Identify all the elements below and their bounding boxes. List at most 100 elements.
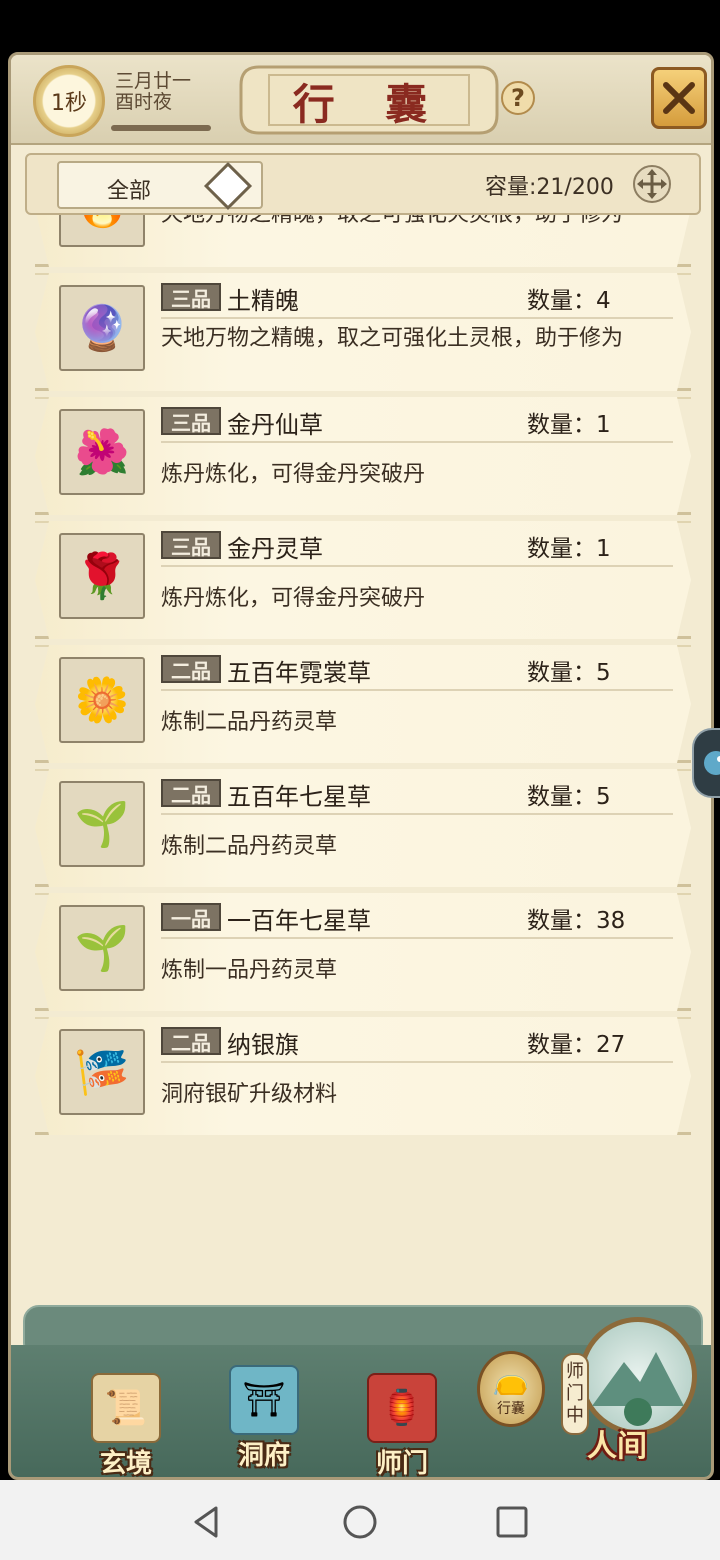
nav-dongfu-label: 洞府	[237, 1441, 290, 1471]
list-item[interactable]: 🌱 一品 一百年七星草 数量：38 炼制一品丹药灵草	[35, 893, 691, 1011]
page-title: 行 囊	[292, 80, 446, 129]
timer-text: 1秒	[51, 91, 87, 116]
fire-essence-icon: 🔥	[59, 215, 145, 247]
category-dropdown[interactable]: 全部	[57, 161, 263, 211]
nav-xuanjing-label: 玄境	[99, 1449, 152, 1479]
list-item[interactable]: 🌹 三品 金丹灵草 数量：1 炼丹炼化，可得金丹突破丹	[35, 521, 691, 639]
nav-world[interactable]	[579, 1317, 697, 1435]
item-desc: 炼丹炼化，可得金丹突破丹	[161, 462, 426, 487]
list-item[interactable]: 🔥 天地万物之精魄，取之可强化火灵根，助于修为	[35, 215, 691, 267]
pet-icon	[704, 751, 720, 775]
grade-badge: 三品	[161, 283, 221, 311]
time-progress-bar	[111, 125, 211, 131]
nav-bag-label: 行囊	[497, 1401, 525, 1417]
item-desc: 炼丹炼化，可得金丹突破丹	[161, 586, 426, 611]
item-quantity: 数量：38	[527, 908, 626, 934]
item-thumb: 🌱	[74, 923, 130, 974]
item-quantity: 数量：1	[527, 536, 611, 562]
grade-badge: 二品	[161, 779, 221, 807]
category-label: 全部	[107, 179, 152, 204]
game-date: 三月廿一 酉时夜	[115, 71, 191, 113]
nav-shimen-label: 师门	[375, 1449, 428, 1479]
date-line2: 酉时夜	[115, 91, 173, 113]
item-desc: 洞府银矿升级材料	[161, 1082, 338, 1107]
sprout-icon: 🌱	[59, 781, 145, 867]
red-flower-icon: 🌹	[59, 533, 145, 619]
earth-essence-icon: 🔮	[59, 285, 145, 371]
timer-badge: 1秒	[33, 65, 105, 137]
item-quantity: 数量：1	[527, 412, 611, 438]
yellow-herb-icon: 🌼	[59, 657, 145, 743]
sect-banner-icon: 🏮	[367, 1373, 437, 1443]
nav-dongfu[interactable]: ⛩ 洞府	[209, 1365, 319, 1475]
divider	[161, 565, 673, 567]
item-name: 五百年霓裳草	[227, 659, 371, 687]
nav-xuanjing[interactable]: 📜 玄境	[71, 1373, 181, 1479]
back-icon[interactable]	[186, 1502, 226, 1542]
divider	[161, 689, 673, 691]
item-quantity: 数量：5	[527, 784, 611, 810]
item-list[interactable]: 🔥 天地万物之精魄，取之可强化火灵根，助于修为 🔮 三品 土精魄 数量：4 天地…	[11, 215, 711, 1135]
help-button[interactable]: ?	[501, 81, 535, 115]
item-thumb: 🎏	[74, 1047, 130, 1098]
item-quantity: 数量：4	[527, 288, 611, 314]
list-item[interactable]: 🌺 三品 金丹仙草 数量：1 炼丹炼化，可得金丹突破丹	[35, 397, 691, 515]
divider	[161, 813, 673, 815]
chevron-down-icon	[203, 161, 253, 211]
divider	[161, 317, 673, 319]
item-name: 金丹仙草	[227, 411, 323, 439]
divider	[161, 1061, 673, 1063]
item-thumb: 🔮	[74, 303, 130, 354]
item-thumb: 🔥	[75, 215, 130, 230]
grade-badge: 二品	[161, 1027, 221, 1055]
header: 1秒 三月廿一 酉时夜 行 囊 ?	[11, 55, 711, 145]
item-desc: 炼制二品丹药灵草	[161, 834, 338, 859]
item-quantity: 数量：5	[527, 660, 611, 686]
nav-shimen[interactable]: 🏮 师门	[347, 1373, 457, 1479]
grade-badge: 二品	[161, 655, 221, 683]
item-thumb: 🌹	[74, 551, 130, 602]
grade-badge: 三品	[161, 407, 221, 435]
expand-capacity-icon[interactable]	[633, 165, 671, 203]
item-name: 五百年七星草	[227, 783, 371, 811]
item-name: 一百年七星草	[227, 907, 371, 935]
status-tag: 师门中	[561, 1353, 589, 1435]
nav-world-label: 人间	[587, 1429, 647, 1464]
side-drawer-tab[interactable]	[692, 728, 720, 798]
bag-panel: 1秒 三月廿一 酉时夜 行 囊 ? 全部 容量:21/200 🔮 三品 土精魄 …	[8, 52, 714, 1480]
capacity-label: 容量:21/200	[485, 175, 614, 200]
sprout-icon: 🌱	[59, 905, 145, 991]
app-root: 1秒 三月廿一 酉时夜 行 囊 ? 全部 容量:21/200 🔮 三品 土精魄 …	[0, 0, 720, 1560]
list-item[interactable]: 🌼 二品 五百年霓裳草 数量：5 炼制二品丹药灵草	[35, 645, 691, 763]
item-quantity: 数量：27	[527, 1032, 626, 1058]
item-desc: 天地万物之精魄，取之可强化火灵根，助于修为	[161, 215, 681, 229]
item-name: 金丹灵草	[227, 535, 323, 563]
home-icon[interactable]	[340, 1502, 380, 1542]
banner-icon: 🎏	[59, 1029, 145, 1115]
pink-flower-icon: 🌺	[59, 409, 145, 495]
grade-badge: 三品	[161, 531, 221, 559]
divider	[161, 937, 673, 939]
pavilion-icon: ⛩	[229, 1365, 299, 1435]
item-thumb: 🌱	[74, 799, 130, 850]
item-thumb: 🌼	[74, 675, 130, 726]
date-line1: 三月廿一	[115, 70, 192, 92]
list-item[interactable]: 🎏 二品 纳银旗 数量：27 洞府银矿升级材料	[35, 1017, 691, 1135]
divider	[161, 441, 673, 443]
item-desc: 炼制一品丹药灵草	[161, 958, 338, 983]
mountain-icon	[592, 1352, 684, 1426]
item-name: 土精魄	[227, 287, 299, 315]
system-nav-bar	[0, 1480, 720, 1560]
grade-badge: 一品	[161, 903, 221, 931]
help-icon: ?	[511, 84, 525, 112]
bag-icon: 👝	[492, 1362, 530, 1397]
list-item[interactable]: 🌱 二品 五百年七星草 数量：5 炼制二品丹药灵草	[35, 769, 691, 887]
item-name: 纳银旗	[227, 1031, 299, 1059]
list-item[interactable]: 🔮 三品 土精魄 数量：4 天地万物之精魄，取之可强化土灵根，助于修为	[35, 273, 691, 391]
item-desc: 炼制二品丹药灵草	[161, 710, 338, 735]
recents-icon[interactable]	[492, 1502, 532, 1542]
scroll-icon: 📜	[91, 1373, 161, 1443]
close-button[interactable]	[651, 67, 707, 129]
filter-bar: 全部 容量:21/200	[25, 153, 701, 215]
nav-bag[interactable]: 👝 行囊	[477, 1351, 545, 1427]
